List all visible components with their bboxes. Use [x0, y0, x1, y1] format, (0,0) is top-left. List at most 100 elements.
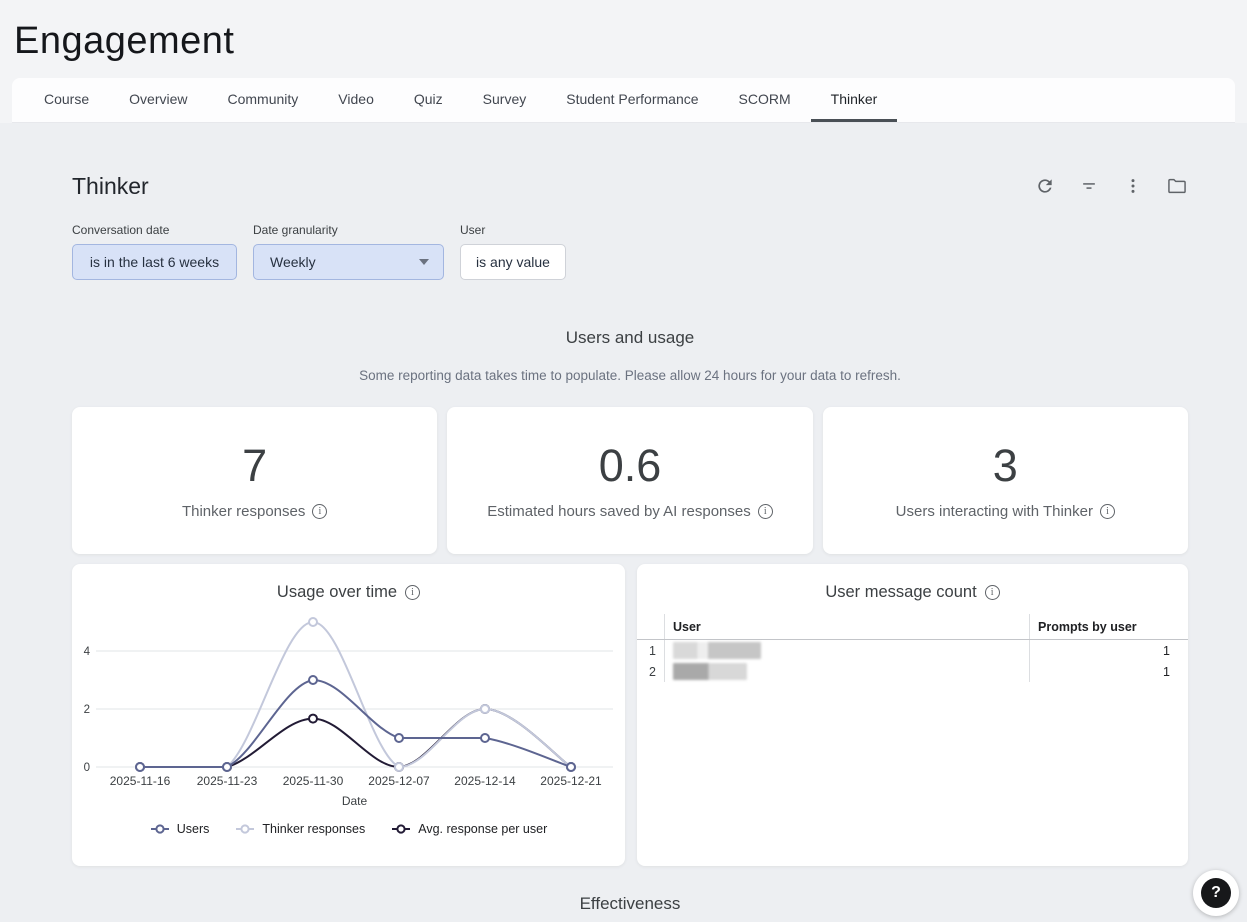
series-line	[140, 680, 571, 767]
tab-bar: Course Overview Community Video Quiz Sur…	[12, 78, 1235, 123]
data-point[interactable]	[481, 734, 489, 742]
legend-marker-icon	[150, 823, 170, 835]
table-row: 1 1	[637, 640, 1188, 661]
row-number: 2	[637, 661, 665, 682]
table-title: User message count	[825, 583, 976, 602]
question-mark-icon: ?	[1201, 878, 1231, 908]
legend-item[interactable]: Thinker responses	[235, 822, 365, 836]
x-tick-label: 2025-11-30	[283, 774, 344, 788]
info-icon[interactable]: i	[758, 504, 773, 519]
kpi-hours-saved: 0.6 Estimated hours saved by AI response…	[447, 407, 812, 554]
user-message-count-card: User message count i User Prompts by use…	[637, 564, 1188, 866]
data-point[interactable]	[309, 715, 317, 723]
date-granularity-value: Weekly	[270, 254, 316, 270]
kpi-thinker-responses: 7 Thinker responses i	[72, 407, 437, 554]
kpi-label: Estimated hours saved by AI responses	[487, 503, 750, 520]
legend-label: Avg. response per user	[418, 822, 547, 836]
x-tick-label: 2025-12-07	[368, 774, 430, 788]
dashboard-content: Thinker Conversation date is in the	[0, 123, 1247, 922]
usage-chart-svg: 0 2 4 2025-11-16 2025-11-23 2025-11-30 2025-12…	[72, 608, 625, 812]
visualization-row: Usage over time i 0242025-11-162025-11-2…	[72, 564, 1188, 866]
filter-user: User is any value	[460, 223, 566, 280]
filter-bar: Conversation date is in the last 6 weeks…	[72, 223, 1188, 280]
prompts-value: 1	[1029, 661, 1188, 682]
date-granularity-select[interactable]: Weekly	[253, 244, 444, 280]
data-point[interactable]	[481, 705, 489, 713]
data-point[interactable]	[136, 763, 144, 771]
more-options-icon[interactable]	[1122, 175, 1144, 197]
data-point[interactable]	[309, 618, 317, 626]
redacted-user-name	[673, 663, 747, 680]
kpi-value: 0.6	[599, 441, 662, 491]
x-tick-label: 2025-12-14	[454, 774, 516, 788]
tab-scorm[interactable]: SCORM	[719, 78, 811, 122]
tab-overview[interactable]: Overview	[109, 78, 207, 122]
tab-video[interactable]: Video	[318, 78, 394, 122]
redacted-user-name	[673, 642, 761, 659]
legend-marker-icon	[391, 823, 411, 835]
legend-label: Users	[177, 822, 210, 836]
data-point[interactable]	[395, 734, 403, 742]
table-row: 2 1	[637, 661, 1188, 682]
chevron-down-icon	[419, 259, 429, 265]
table-header-row: User Prompts by user	[637, 614, 1188, 640]
info-icon[interactable]: i	[405, 585, 420, 600]
data-point[interactable]	[309, 676, 317, 684]
x-tick-label: 2025-12-21	[540, 774, 602, 788]
page-title: Engagement	[0, 0, 1247, 78]
tab-thinker[interactable]: Thinker	[811, 78, 898, 122]
user-message-table: User Prompts by user 1 1 2 1	[637, 614, 1188, 682]
data-point[interactable]	[567, 763, 575, 771]
user-filter-chip[interactable]: is any value	[460, 244, 566, 280]
kpi-label: Thinker responses	[182, 503, 305, 520]
y-tick-label: 4	[84, 646, 91, 658]
y-tick-label: 0	[84, 762, 90, 774]
refresh-icon[interactable]	[1034, 175, 1056, 197]
row-number-gutter	[637, 614, 665, 639]
kpi-value: 7	[242, 441, 267, 491]
data-point[interactable]	[223, 763, 231, 771]
filter-label: Conversation date	[72, 223, 237, 237]
tab-community[interactable]: Community	[208, 78, 319, 122]
column-header-user[interactable]: User	[665, 614, 1029, 639]
page: Engagement Course Overview Community Vid…	[0, 0, 1247, 922]
kpi-row: 7 Thinker responses i 0.6 Estimated hour…	[72, 407, 1188, 554]
help-button[interactable]: ?	[1193, 870, 1239, 916]
info-icon[interactable]: i	[312, 504, 327, 519]
x-tick-label: 2025-11-16	[110, 774, 171, 788]
data-point[interactable]	[395, 763, 403, 771]
info-icon[interactable]: i	[985, 585, 1000, 600]
filter-conversation-date: Conversation date is in the last 6 weeks	[72, 223, 237, 280]
column-header-prompts[interactable]: Prompts by user	[1029, 614, 1188, 639]
x-axis-title: Date	[342, 794, 368, 808]
filter-label: User	[460, 223, 566, 237]
series-line	[140, 709, 571, 767]
section-note: Some reporting data takes time to popula…	[72, 368, 1188, 383]
dashboard-title: Thinker	[72, 173, 149, 200]
row-number: 1	[637, 640, 665, 661]
tab-course[interactable]: Course	[24, 78, 109, 122]
y-tick-label: 2	[84, 704, 90, 716]
info-icon[interactable]: i	[1100, 504, 1115, 519]
section-heading: Users and usage	[72, 328, 1188, 348]
x-tick-label: 2025-11-23	[197, 774, 258, 788]
kpi-label: Users interacting with Thinker	[896, 503, 1093, 520]
legend-item[interactable]: Avg. response per user	[391, 822, 547, 836]
filter-icon[interactable]	[1078, 175, 1100, 197]
filter-date-granularity: Date granularity Weekly	[253, 223, 444, 280]
effectiveness-heading: Effectiveness	[72, 894, 1188, 914]
filter-label: Date granularity	[253, 223, 444, 237]
prompts-value: 1	[1029, 640, 1188, 661]
legend-item[interactable]: Users	[150, 822, 210, 836]
legend-label: Thinker responses	[262, 822, 365, 836]
kpi-value: 3	[993, 441, 1018, 491]
tab-student-performance[interactable]: Student Performance	[546, 78, 718, 122]
tab-quiz[interactable]: Quiz	[394, 78, 463, 122]
usage-over-time-card: Usage over time i 0242025-11-162025-11-2…	[72, 564, 625, 866]
dashboard-toolbar	[1034, 175, 1188, 197]
folder-icon[interactable]	[1166, 175, 1188, 197]
conversation-date-chip[interactable]: is in the last 6 weeks	[72, 244, 237, 280]
legend-marker-icon	[235, 823, 255, 835]
series-line	[140, 622, 571, 767]
tab-survey[interactable]: Survey	[463, 78, 547, 122]
